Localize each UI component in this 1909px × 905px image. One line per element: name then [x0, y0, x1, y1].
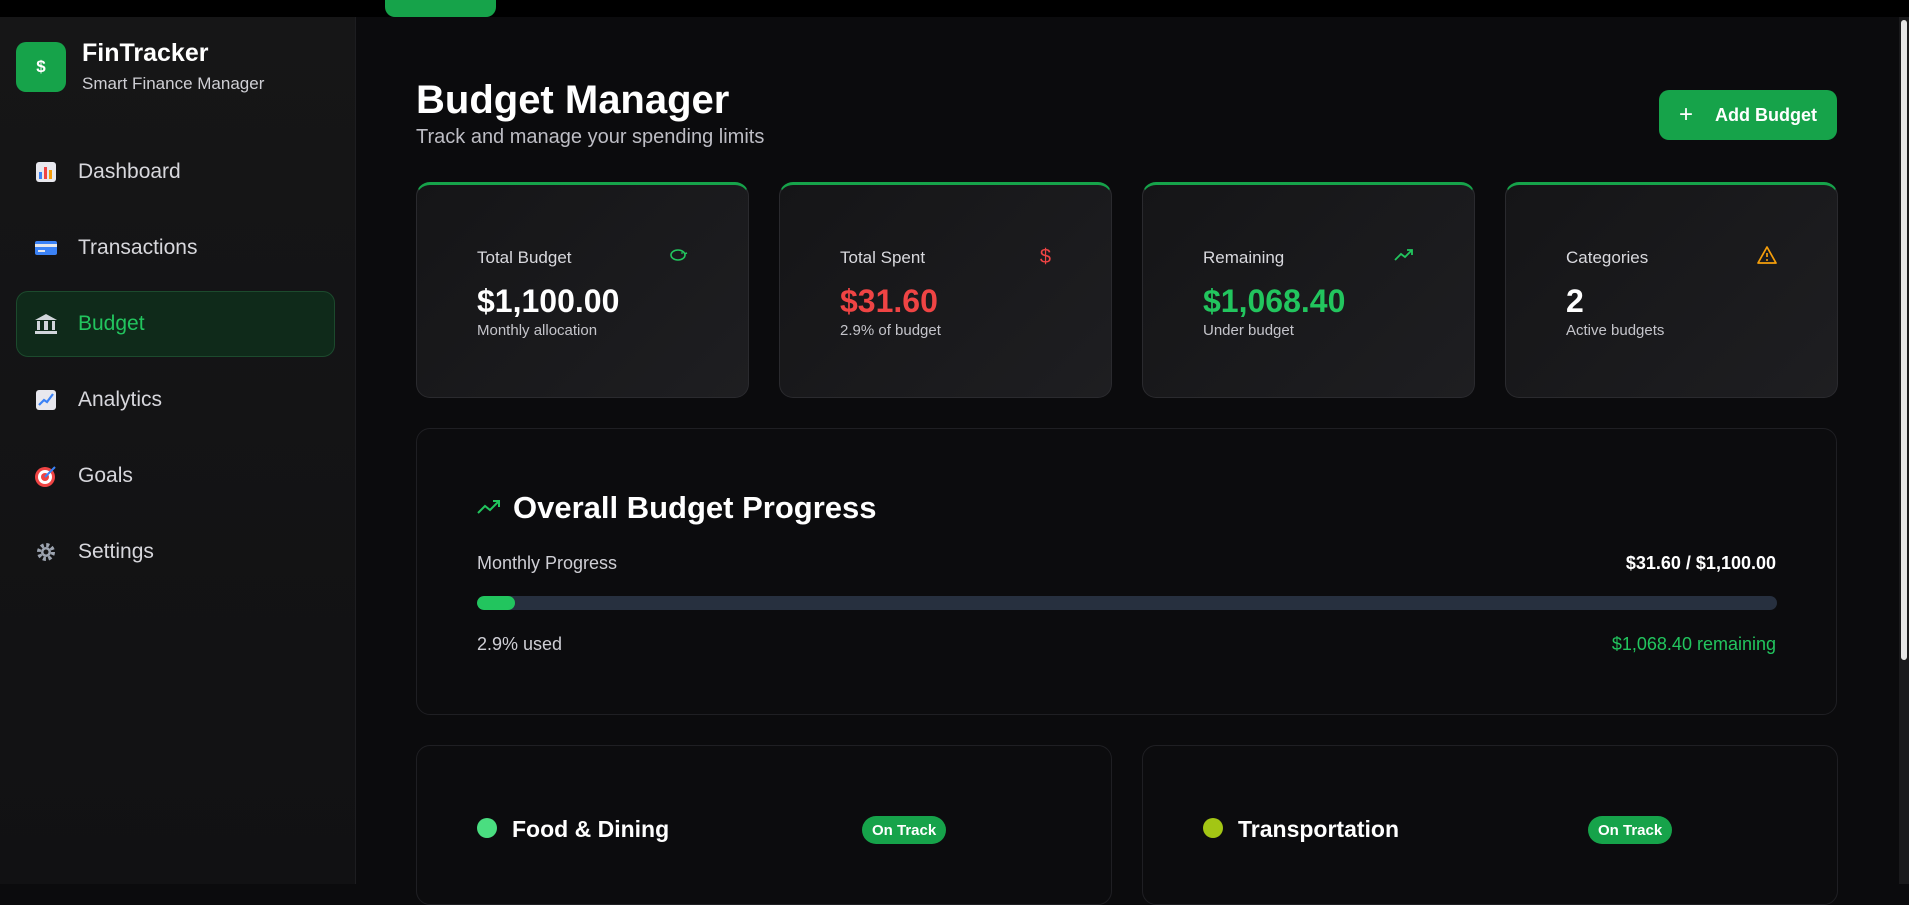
sidebar-nav: Dashboard Transactions Budget Analytics …	[16, 139, 335, 595]
stat-card-total-budget: Total Budget $1,100.00 Monthly allocatio…	[416, 182, 749, 398]
progress-title-row: Overall Budget Progress	[477, 490, 877, 526]
sidebar-item-label: Transactions	[78, 236, 198, 259]
progress-fill	[477, 596, 515, 610]
sidebar-item-settings[interactable]: Settings	[16, 519, 335, 585]
sidebar-item-dashboard[interactable]: Dashboard	[16, 139, 335, 205]
category-card-food[interactable]: Food & Dining On Track	[416, 745, 1112, 905]
add-budget-label: Add Budget	[1715, 104, 1817, 125]
alert-triangle-icon	[1757, 246, 1777, 269]
sidebar-item-goals[interactable]: Goals	[16, 443, 335, 509]
line-chart-icon	[34, 388, 58, 412]
progress-amount: $31.60 / $1,100.00	[1625, 553, 1776, 573]
stat-label: Total Spent	[840, 248, 926, 267]
sidebar-item-label: Settings	[78, 540, 154, 563]
add-budget-button[interactable]: + Add Budget	[1659, 90, 1837, 140]
stat-label: Remaining	[1203, 248, 1285, 267]
stat-label: Total Budget	[477, 248, 572, 267]
sidebar: $ FinTracker Smart Finance Manager Dashb…	[0, 0, 356, 884]
status-badge: On Track	[862, 816, 947, 844]
stat-label: Categories	[1566, 248, 1649, 267]
scrollbar-thumb[interactable]	[1901, 20, 1907, 660]
scrollbar[interactable]	[1899, 0, 1909, 884]
progress-used: 2.9% used	[477, 634, 563, 654]
sidebar-item-transactions[interactable]: Transactions	[16, 215, 335, 281]
brand-title: FinTracker	[82, 39, 209, 67]
clipped-button[interactable]	[385, 0, 496, 17]
status-badge: On Track	[1588, 816, 1673, 844]
bank-icon	[34, 312, 58, 336]
piggy-bank-icon	[668, 246, 688, 267]
category-name: Food & Dining	[512, 816, 670, 842]
stat-value: $1,100.00	[477, 283, 620, 319]
category-name: Transportation	[1238, 816, 1400, 842]
plus-icon: +	[1679, 101, 1694, 128]
brand[interactable]: $ FinTracker Smart Finance Manager	[16, 39, 265, 94]
brand-subtitle: Smart Finance Manager	[82, 73, 265, 93]
progress-label: Monthly Progress	[477, 553, 618, 573]
stat-card-total-spent: Total Spent $ $31.60 2.9% of budget	[779, 182, 1112, 398]
progress-title: Overall Budget Progress	[513, 490, 877, 525]
sidebar-item-label: Analytics	[78, 388, 163, 411]
stat-sub: Monthly allocation	[477, 322, 598, 339]
progress-track	[477, 596, 1777, 610]
bar-chart-icon	[34, 160, 58, 184]
stat-sub: Active budgets	[1566, 322, 1665, 339]
sidebar-item-label: Goals	[78, 464, 133, 487]
overall-progress-card: Overall Budget Progress Monthly Progress…	[416, 428, 1837, 715]
stat-card-categories: Categories 2 Active budgets	[1505, 182, 1838, 398]
trending-up-icon	[1394, 246, 1414, 267]
top-clipped-bar	[0, 0, 1909, 17]
progress-remaining: $1,068.40 remaining	[1611, 634, 1776, 654]
page-title: Budget Manager	[416, 78, 730, 122]
page-subtitle: Track and manage your spending limits	[416, 126, 765, 148]
gear-icon	[34, 540, 58, 564]
stat-card-remaining: Remaining $1,068.40 Under budget	[1142, 182, 1475, 398]
category-color-dot	[1203, 818, 1223, 838]
sidebar-item-analytics[interactable]: Analytics	[16, 367, 335, 433]
stat-value: $31.60	[840, 283, 938, 319]
trending-up-icon	[477, 495, 501, 521]
target-icon	[34, 464, 58, 488]
sidebar-item-label: Budget	[78, 312, 145, 335]
stat-value: 2	[1566, 283, 1584, 319]
category-color-dot	[477, 818, 497, 838]
dollar-logo-icon: $	[16, 41, 66, 92]
credit-card-icon	[34, 236, 58, 260]
sidebar-item-budget[interactable]: Budget	[16, 291, 335, 357]
sidebar-item-label: Dashboard	[78, 160, 181, 183]
stat-sub: 2.9% of budget	[840, 322, 941, 339]
main-content: Budget Manager Track and manage your spe…	[356, 0, 1909, 905]
dollar-icon: $	[1039, 246, 1051, 268]
category-card-transportation[interactable]: Transportation On Track	[1142, 745, 1838, 905]
stat-value: $1,068.40	[1203, 283, 1346, 319]
stat-sub: Under budget	[1203, 322, 1294, 339]
